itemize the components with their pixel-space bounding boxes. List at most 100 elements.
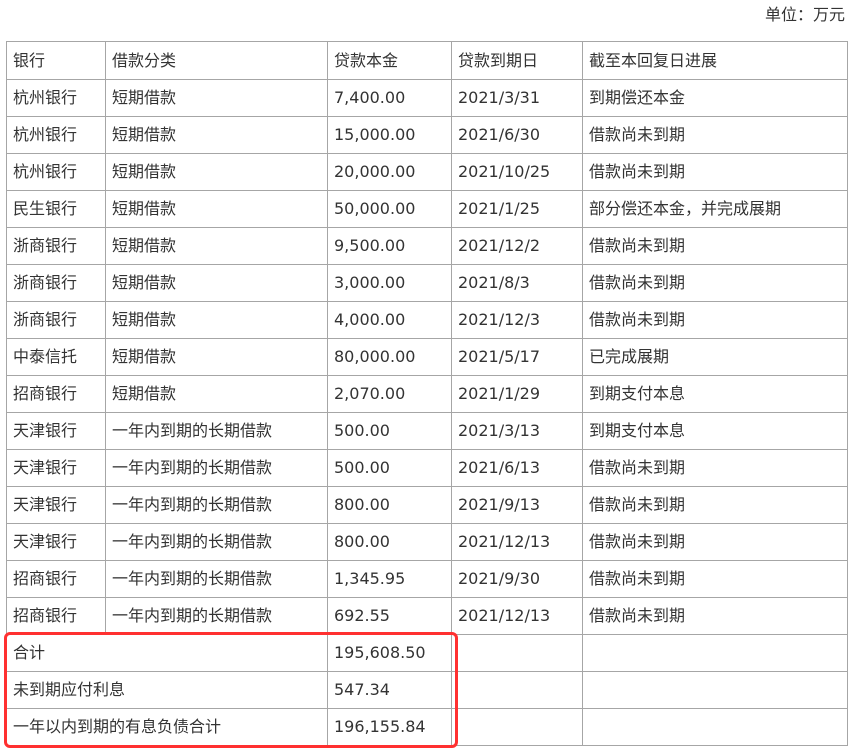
empty-cell: [582, 634, 848, 672]
due-date-cell: 2021/9/30: [451, 560, 583, 598]
bank-cell: 招商银行: [6, 560, 106, 598]
principal-cell: 80,000.00: [327, 338, 452, 376]
progress-cell: 到期支付本息: [582, 412, 848, 450]
summary-row: 合计 195,608.50: [6, 634, 848, 672]
table-row: 浙商银行 短期借款 4,000.00 2021/12/3 借款尚未到期: [6, 301, 848, 339]
table-row: 浙商银行 短期借款 9,500.00 2021/12/2 借款尚未到期: [6, 227, 848, 265]
category-cell: 短期借款: [105, 301, 328, 339]
due-date-cell: 2021/3/31: [451, 79, 583, 117]
bank-cell: 浙商银行: [6, 264, 106, 302]
progress-cell: 部分偿还本金，并完成展期: [582, 190, 848, 228]
category-cell: 短期借款: [105, 79, 328, 117]
table-row: 天津银行 一年内到期的长期借款 800.00 2021/9/13 借款尚未到期: [6, 486, 848, 524]
table-row: 中泰信托 短期借款 80,000.00 2021/5/17 已完成展期: [6, 338, 848, 376]
progress-cell: 已完成展期: [582, 338, 848, 376]
category-cell: 短期借款: [105, 190, 328, 228]
progress-cell: 借款尚未到期: [582, 597, 848, 635]
due-date-cell: 2021/5/17: [451, 338, 583, 376]
category-cell: 一年内到期的长期借款: [105, 560, 328, 598]
bank-cell: 浙商银行: [6, 301, 106, 339]
progress-cell: 借款尚未到期: [582, 153, 848, 191]
principal-cell: 7,400.00: [327, 79, 452, 117]
category-cell: 短期借款: [105, 338, 328, 376]
progress-cell: 借款尚未到期: [582, 227, 848, 265]
summary-value: 195,608.50: [327, 634, 452, 672]
loan-table-body: 银行 借款分类 贷款本金 贷款到期日 截至本回复日进展 杭州银行 短期借款 7,40…: [6, 41, 848, 746]
due-date-cell: 2021/9/13: [451, 486, 583, 524]
bank-cell: 天津银行: [6, 523, 106, 561]
summary-label: 未到期应付利息: [6, 671, 328, 709]
progress-cell: 借款尚未到期: [582, 449, 848, 487]
progress-cell: 借款尚未到期: [582, 486, 848, 524]
header-principal: 贷款本金: [327, 41, 452, 80]
progress-cell: 到期偿还本金: [582, 79, 848, 117]
category-cell: 一年内到期的长期借款: [105, 486, 328, 524]
due-date-cell: 2021/3/13: [451, 412, 583, 450]
due-date-cell: 2021/12/3: [451, 301, 583, 339]
summary-value: 196,155.84: [327, 708, 452, 746]
bank-cell: 杭州银行: [6, 116, 106, 154]
table-row: 招商银行 短期借款 2,070.00 2021/1/29 到期支付本息: [6, 375, 848, 413]
principal-cell: 500.00: [327, 449, 452, 487]
progress-cell: 借款尚未到期: [582, 116, 848, 154]
table-row: 招商银行 一年内到期的长期借款 1,345.95 2021/9/30 借款尚未到期: [6, 560, 848, 598]
due-date-cell: 2021/12/13: [451, 597, 583, 635]
principal-cell: 2,070.00: [327, 375, 452, 413]
principal-cell: 1,345.95: [327, 560, 452, 598]
empty-cell: [451, 708, 583, 746]
summary-value: 547.34: [327, 671, 452, 709]
table-row: 天津银行 一年内到期的长期借款 500.00 2021/3/13 到期支付本息: [6, 412, 848, 450]
empty-cell: [451, 671, 583, 709]
bank-cell: 天津银行: [6, 486, 106, 524]
category-cell: 一年内到期的长期借款: [105, 412, 328, 450]
bank-cell: 民生银行: [6, 190, 106, 228]
summary-label: 一年以内到期的有息负债合计: [6, 708, 328, 746]
due-date-cell: 2021/8/3: [451, 264, 583, 302]
bank-cell: 天津银行: [6, 449, 106, 487]
bank-cell: 招商银行: [6, 597, 106, 635]
empty-cell: [582, 671, 848, 709]
due-date-cell: 2021/1/29: [451, 375, 583, 413]
principal-cell: 15,000.00: [327, 116, 452, 154]
category-cell: 短期借款: [105, 153, 328, 191]
loan-table: 银行 借款分类 贷款本金 贷款到期日 截至本回复日进展 杭州银行 短期借款 7,40…: [6, 41, 848, 746]
principal-cell: 800.00: [327, 523, 452, 561]
progress-cell: 借款尚未到期: [582, 523, 848, 561]
bank-cell: 天津银行: [6, 412, 106, 450]
category-cell: 短期借款: [105, 264, 328, 302]
due-date-cell: 2021/12/2: [451, 227, 583, 265]
empty-cell: [451, 634, 583, 672]
table-row: 杭州银行 短期借款 20,000.00 2021/10/25 借款尚未到期: [6, 153, 848, 191]
due-date-cell: 2021/1/25: [451, 190, 583, 228]
table-row: 天津银行 一年内到期的长期借款 500.00 2021/6/13 借款尚未到期: [6, 449, 848, 487]
category-cell: 一年内到期的长期借款: [105, 523, 328, 561]
due-date-cell: 2021/6/13: [451, 449, 583, 487]
table-header-row: 银行 借款分类 贷款本金 贷款到期日 截至本回复日进展: [6, 41, 848, 80]
table-row: 招商银行 一年内到期的长期借款 692.55 2021/12/13 借款尚未到期: [6, 597, 848, 635]
category-cell: 一年内到期的长期借款: [105, 449, 328, 487]
header-progress: 截至本回复日进展: [582, 41, 848, 80]
due-date-cell: 2021/12/13: [451, 523, 583, 561]
summary-row: 未到期应付利息 547.34: [6, 671, 848, 709]
principal-cell: 50,000.00: [327, 190, 452, 228]
category-cell: 一年内到期的长期借款: [105, 597, 328, 635]
table-row: 天津银行 一年内到期的长期借款 800.00 2021/12/13 借款尚未到期: [6, 523, 848, 561]
principal-cell: 9,500.00: [327, 227, 452, 265]
header-due-date: 贷款到期日: [451, 41, 583, 80]
table-row: 杭州银行 短期借款 15,000.00 2021/6/30 借款尚未到期: [6, 116, 848, 154]
empty-cell: [582, 708, 848, 746]
summary-row: 一年以内到期的有息负债合计 196,155.84: [6, 708, 848, 746]
category-cell: 短期借款: [105, 227, 328, 265]
bank-cell: 杭州银行: [6, 79, 106, 117]
category-cell: 短期借款: [105, 116, 328, 154]
principal-cell: 20,000.00: [327, 153, 452, 191]
progress-cell: 到期支付本息: [582, 375, 848, 413]
table-row: 杭州银行 短期借款 7,400.00 2021/3/31 到期偿还本金: [6, 79, 848, 117]
progress-cell: 借款尚未到期: [582, 301, 848, 339]
bank-cell: 杭州银行: [6, 153, 106, 191]
progress-cell: 借款尚未到期: [582, 560, 848, 598]
principal-cell: 692.55: [327, 597, 452, 635]
header-bank: 银行: [6, 41, 106, 80]
category-cell: 短期借款: [105, 375, 328, 413]
principal-cell: 3,000.00: [327, 264, 452, 302]
